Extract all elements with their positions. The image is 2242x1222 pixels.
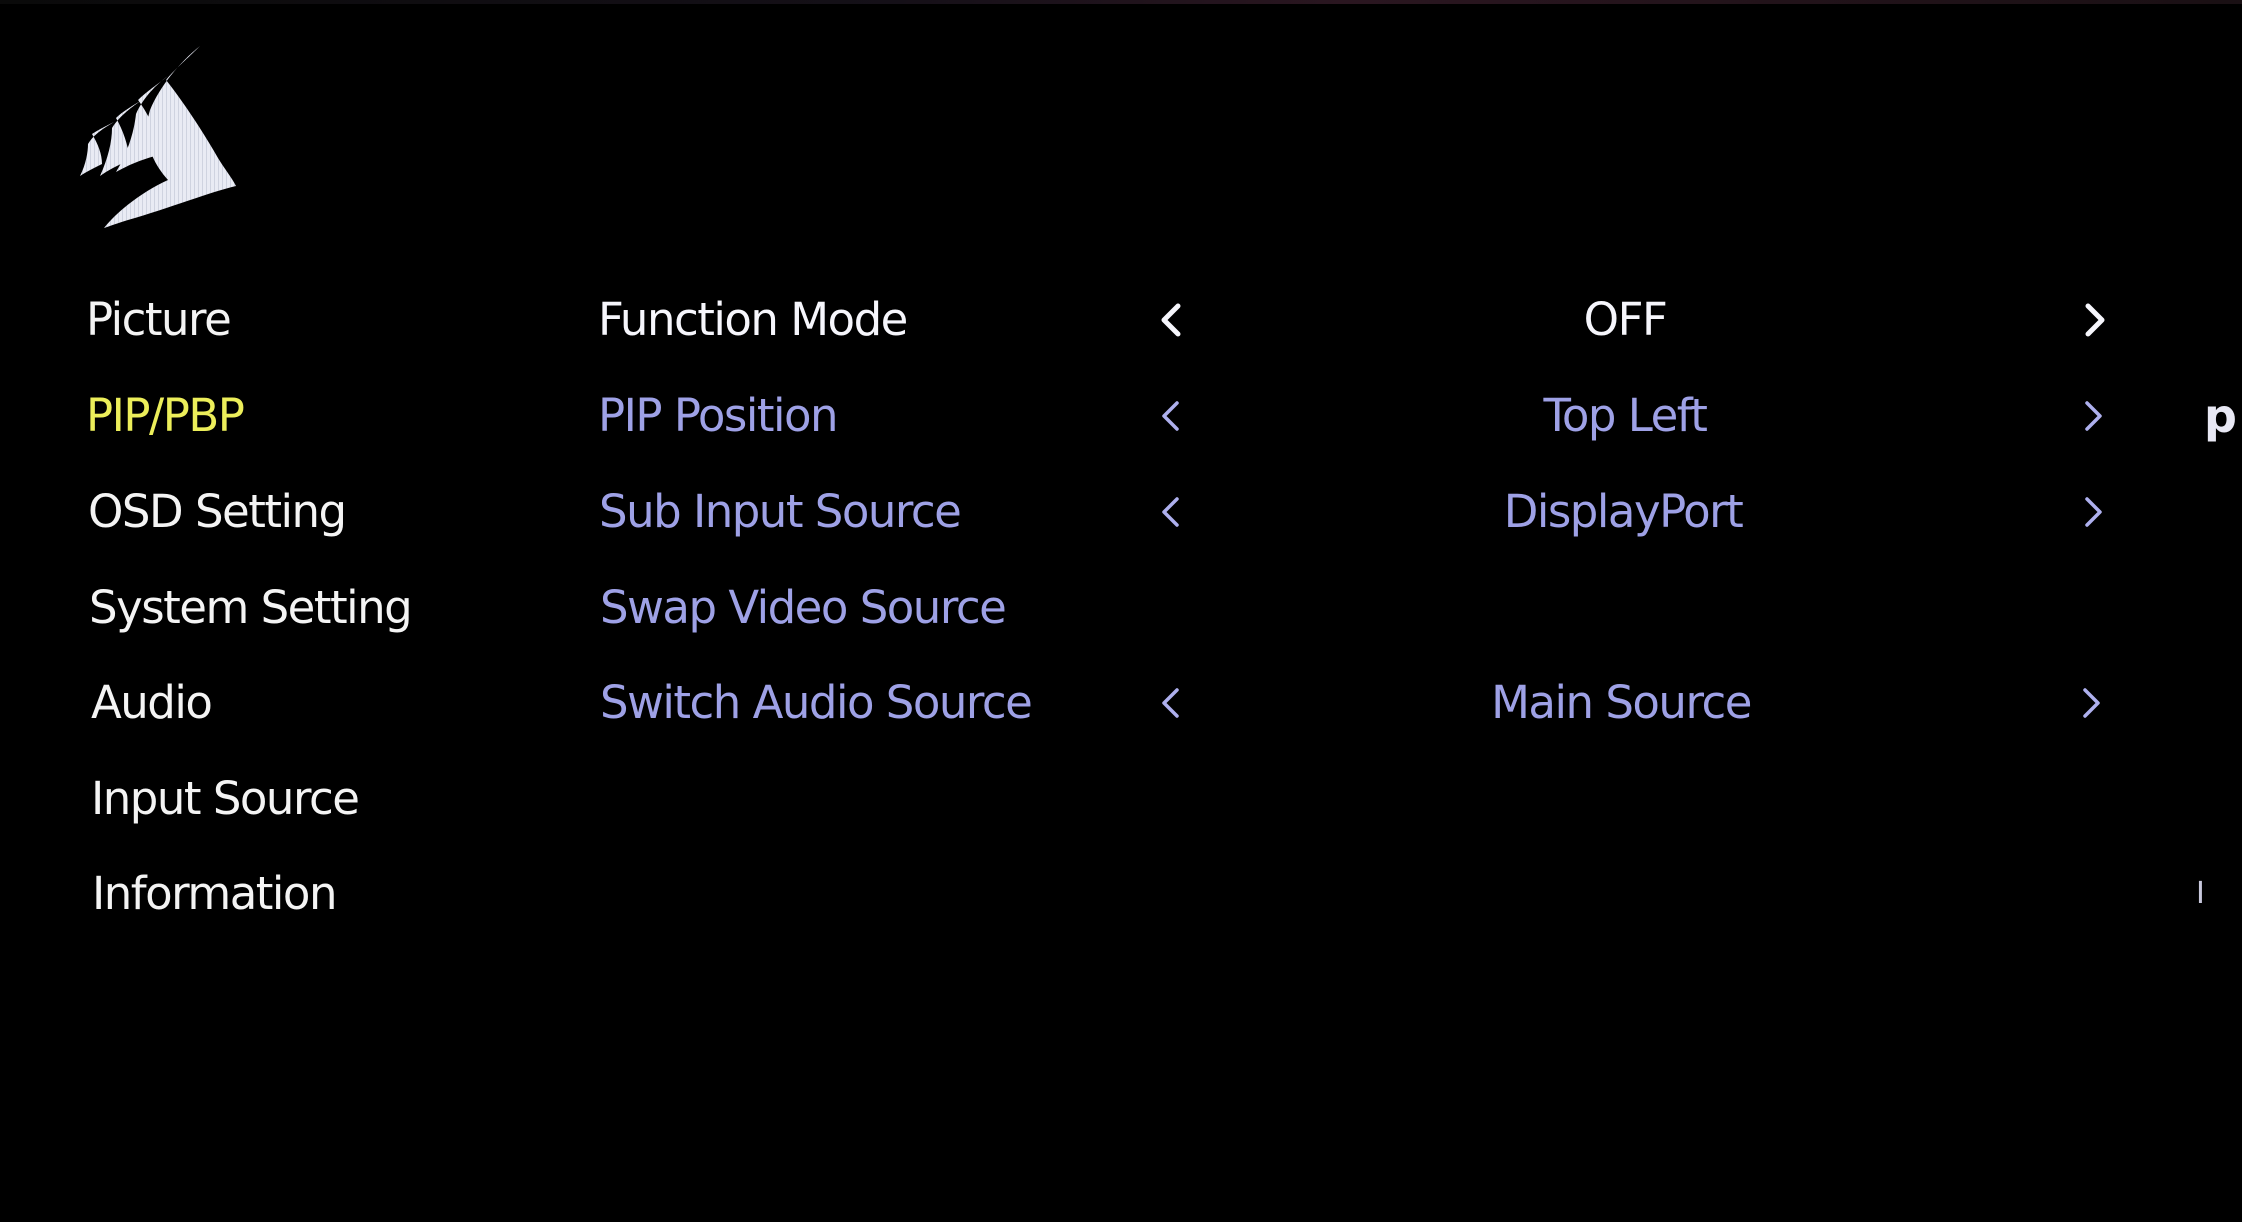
- switch-audio-source-next-arrow-icon[interactable]: [2072, 673, 2112, 733]
- right-edge-glyph-i: I: [2196, 876, 2205, 911]
- function-mode-value: OFF: [1583, 293, 1668, 346]
- function-mode-next-arrow-icon[interactable]: [2076, 290, 2116, 350]
- menu-item-audio[interactable]: Audio: [91, 673, 213, 733]
- menu-item-pip-pbp[interactable]: PIP/PBP: [86, 386, 245, 446]
- switch-audio-source-label[interactable]: Switch Audio Source: [600, 673, 1033, 733]
- menu-item-picture[interactable]: Picture: [86, 290, 232, 350]
- pip-position-prev-arrow-icon[interactable]: [1150, 386, 1190, 446]
- function-mode-label[interactable]: Function Mode: [598, 290, 908, 350]
- pip-position-next-arrow-icon[interactable]: [2074, 386, 2114, 446]
- pip-position-value: Top Left: [1543, 389, 1708, 442]
- switch-audio-source-prev-arrow-icon[interactable]: [1150, 673, 1190, 733]
- function-mode-prev-arrow-icon[interactable]: [1150, 290, 1190, 350]
- corsair-logo-icon: [50, 40, 250, 230]
- right-edge-glyph-p: p: [2204, 389, 2237, 443]
- sub-input-source-prev-arrow-icon[interactable]: [1150, 482, 1190, 542]
- menu-item-osd-setting[interactable]: OSD Setting: [88, 482, 347, 542]
- swap-video-source-label[interactable]: Swap Video Source: [600, 578, 1007, 638]
- pip-position-label[interactable]: PIP Position: [598, 386, 839, 446]
- sub-input-source-next-arrow-icon[interactable]: [2074, 482, 2114, 542]
- switch-audio-source-value: Main Source: [1491, 676, 1752, 729]
- screen-top-edge: [0, 0, 2242, 4]
- menu-item-system-setting[interactable]: System Setting: [89, 578, 413, 638]
- menu-item-input-source[interactable]: Input Source: [91, 769, 360, 829]
- sub-input-source-value: DisplayPort: [1503, 485, 1744, 538]
- menu-item-information[interactable]: Information: [92, 864, 338, 924]
- sub-input-source-label[interactable]: Sub Input Source: [599, 482, 962, 542]
